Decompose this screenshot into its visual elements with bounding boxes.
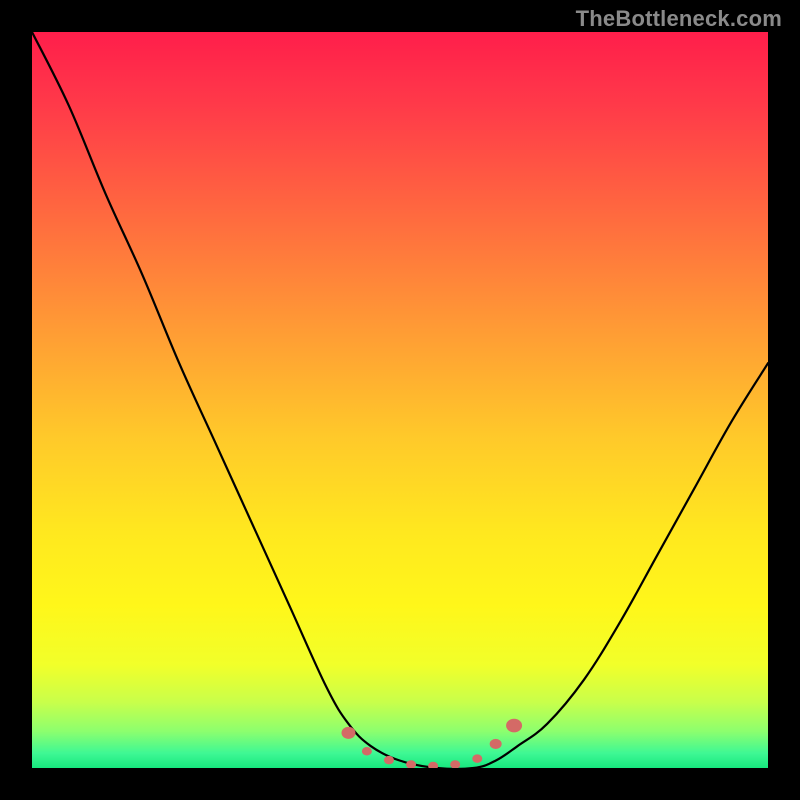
plot-area xyxy=(32,32,768,768)
trough-marker xyxy=(406,760,416,768)
trough-marker xyxy=(428,762,438,768)
trough-marker xyxy=(490,739,502,749)
watermark-text: TheBottleneck.com xyxy=(576,6,782,32)
bottleneck-curve xyxy=(32,32,768,768)
trough-marker xyxy=(450,760,460,768)
chart-frame: TheBottleneck.com xyxy=(0,0,800,800)
trough-marker xyxy=(341,727,355,739)
trough-marker xyxy=(362,747,372,756)
trough-marker xyxy=(472,754,482,763)
trough-marker xyxy=(506,719,522,733)
trough-marker xyxy=(384,756,394,765)
